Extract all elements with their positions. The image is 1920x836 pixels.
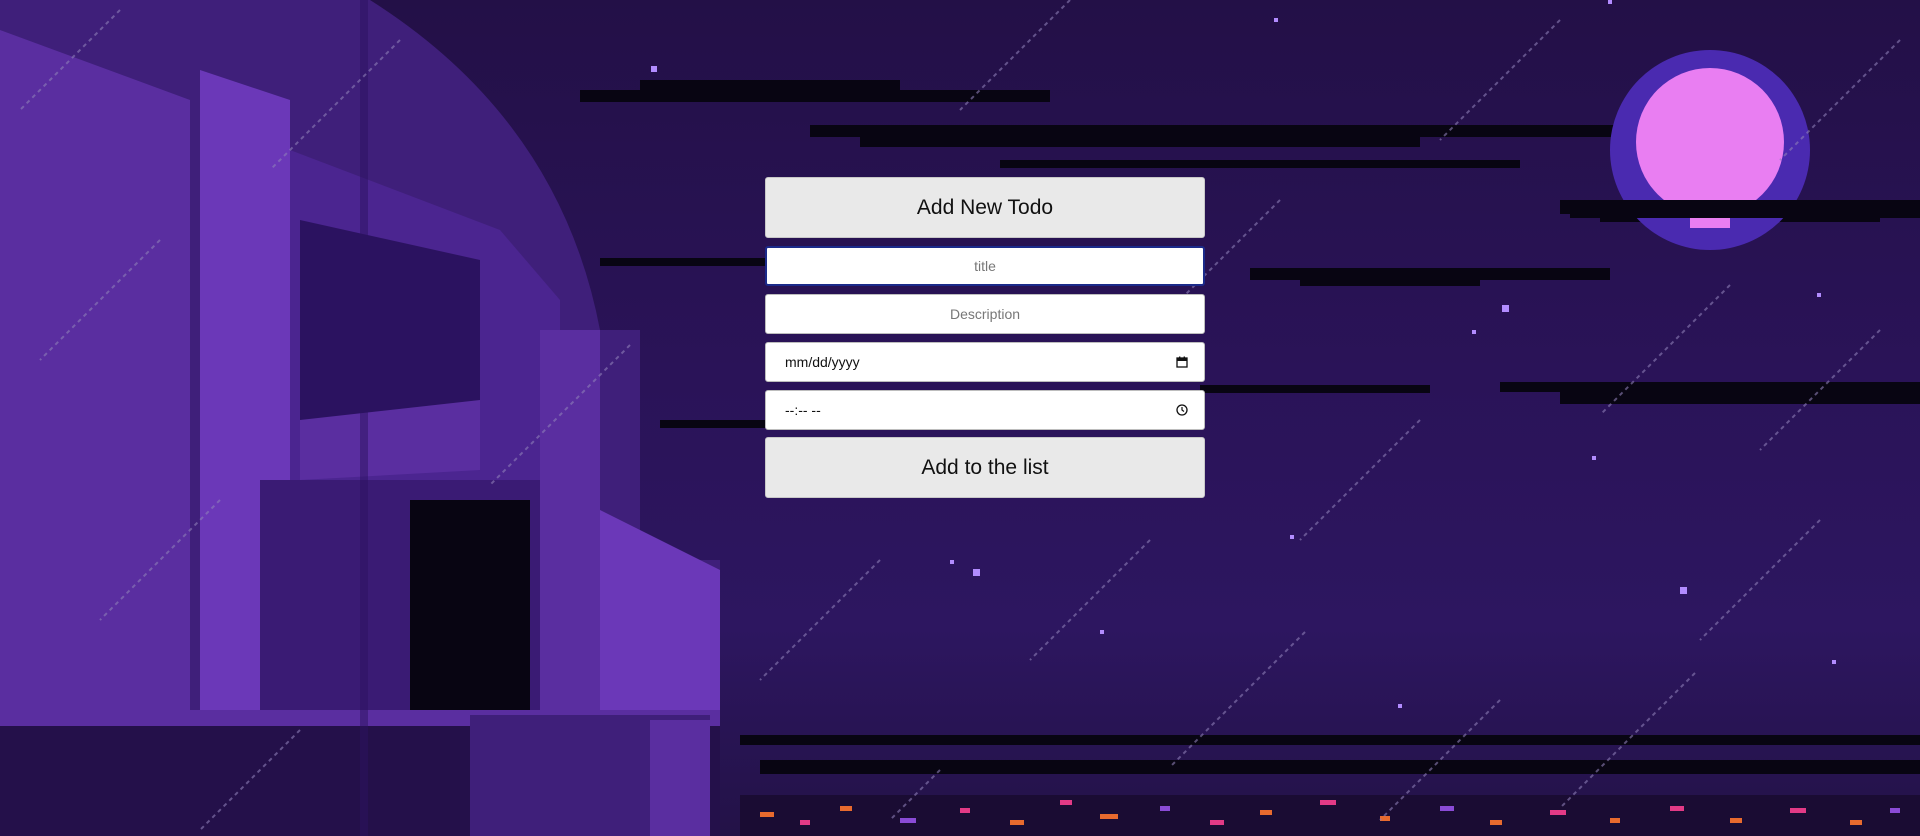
add-to-list-button[interactable]: Add to the list xyxy=(765,437,1205,498)
add-todo-form: Add New Todo title Description mm/dd/yyy… xyxy=(765,177,1205,498)
title-input[interactable]: title xyxy=(765,246,1205,286)
clock-icon[interactable] xyxy=(1176,404,1188,416)
description-placeholder: Description xyxy=(949,306,1021,322)
time-placeholder: --:-- -- xyxy=(785,402,821,418)
city-lights xyxy=(740,795,1920,836)
time-input[interactable]: --:-- -- xyxy=(765,390,1205,430)
description-input[interactable]: Description xyxy=(765,294,1205,334)
add-new-todo-button[interactable]: Add New Todo xyxy=(765,177,1205,238)
calendar-icon[interactable] xyxy=(1176,356,1188,368)
date-input[interactable]: mm/dd/yyyy xyxy=(765,342,1205,382)
observatory-building xyxy=(0,0,720,836)
date-placeholder: mm/dd/yyyy xyxy=(785,354,860,370)
title-placeholder: title xyxy=(974,258,996,274)
